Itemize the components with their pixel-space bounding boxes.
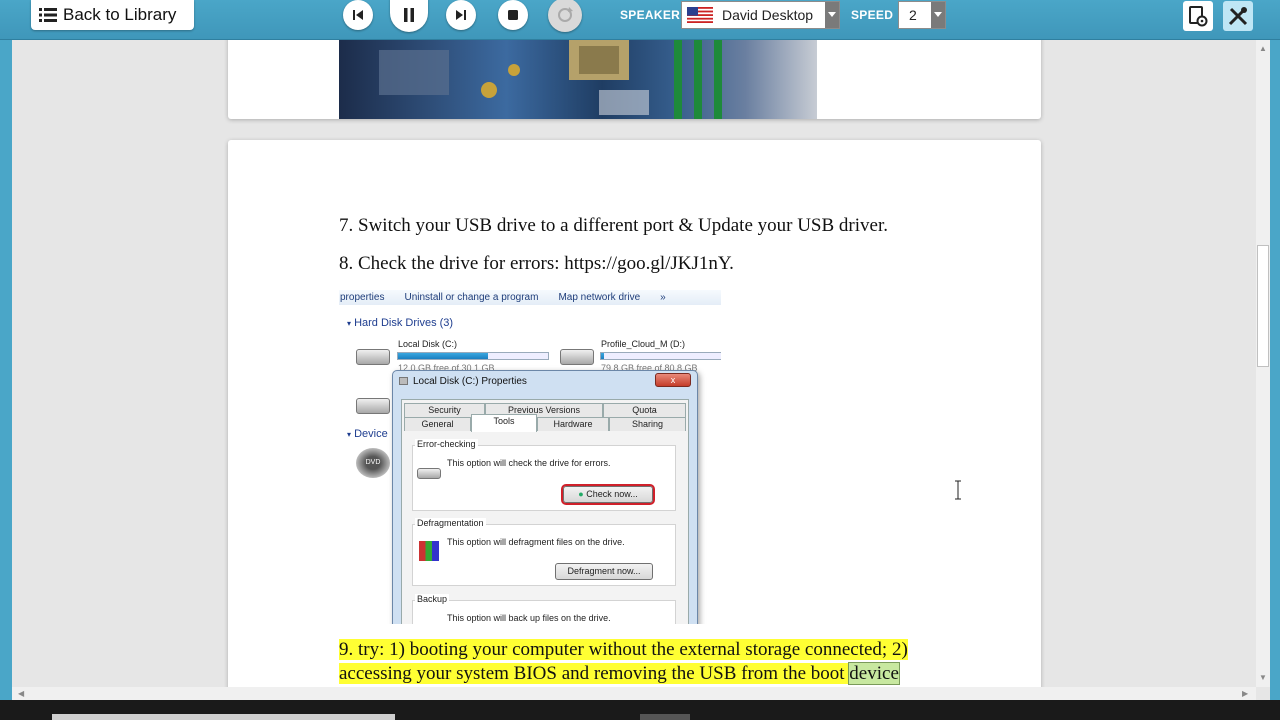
repeat-button[interactable] [548, 0, 582, 32]
tab-quota[interactable]: Quota [603, 403, 686, 417]
command-more: » [660, 292, 666, 303]
check-now-label: Check now... [586, 489, 638, 499]
speaker-dropdown-arrow-icon[interactable] [825, 2, 839, 28]
back-to-library-label: Back to Library [63, 5, 177, 24]
speed-label: SPEED [851, 8, 894, 22]
reader-toolbar: Back to Library SPEAKER David Desktop SP… [0, 0, 1280, 40]
back-to-library-button[interactable]: Back to Library [31, 0, 194, 30]
drive-d-usage-bar [600, 352, 721, 360]
drive-d-usage-fill [601, 353, 604, 359]
properties-dialog: Local Disk (C:) Properties x Security Pr… [392, 370, 698, 624]
speed-value: 2 [909, 7, 917, 23]
page-settings-button[interactable] [1183, 1, 1213, 31]
defragmentation-header: Defragmentation [415, 518, 486, 528]
document-viewport[interactable]: 7. Switch your USB drive to a different … [12, 40, 1256, 687]
command-uninstall: Uninstall or change a program [404, 292, 539, 303]
tab-sharing[interactable]: Sharing [609, 417, 686, 431]
text-cursor-icon [955, 480, 961, 500]
step-8-text: 8. Check the drive for errors: https://g… [339, 253, 734, 274]
command-properties: properties [340, 292, 385, 303]
document-settings-icon [1189, 6, 1208, 27]
backup-section: Backup This option will back up files on… [412, 594, 676, 624]
defragmentation-section: Defragmentation This option will defragm… [412, 518, 676, 586]
defragment-now-button[interactable]: Defragment now... [555, 563, 653, 580]
previous-button[interactable] [343, 0, 373, 30]
drive-c-usage-bar [397, 352, 549, 360]
check-disk-screenshot: properties Uninstall or change a program… [339, 290, 721, 624]
us-flag-icon [687, 7, 713, 23]
command-map-drive: Map network drive [558, 292, 641, 303]
step-9-line-2-text: accessing your system BIOS and removing … [339, 663, 845, 684]
hard-disk-drives-label: Hard Disk Drives (3) [354, 317, 454, 329]
stop-icon [508, 10, 518, 20]
speaker-value: David Desktop [722, 7, 814, 23]
dvd-label: DVD [365, 459, 381, 466]
shield-icon: ● [578, 489, 584, 499]
vertical-scrollbar[interactable]: ▲ ▼ [1256, 40, 1270, 687]
tools-icon [1228, 7, 1248, 26]
vertical-scroll-thumb[interactable] [1257, 245, 1269, 367]
speaker-label: SPEAKER [620, 8, 681, 22]
dvd-drive-icon: DVD [356, 448, 390, 478]
app-window: Back to Library SPEAKER David Desktop SP… [0, 0, 1280, 720]
tab-hardware[interactable]: Hardware [537, 417, 609, 431]
dialog-title: Local Disk (C:) Properties [413, 376, 527, 387]
error-checking-header: Error-checking [415, 439, 478, 449]
skip-forward-icon [456, 10, 466, 20]
right-frame-edge [1270, 40, 1280, 700]
dialog-close-button[interactable]: x [655, 373, 691, 387]
previous-page [228, 40, 1041, 119]
speaker-select[interactable]: David Desktop [681, 1, 840, 29]
backup-text: This option will back up files on the dr… [447, 613, 611, 623]
drive-3-icon [356, 398, 390, 414]
step-9-line-1-text: 9. try: 1) booting your computer without… [339, 639, 908, 660]
speed-dropdown-arrow-icon[interactable] [931, 2, 945, 28]
list-icon [39, 8, 57, 22]
devices-group: ▾ Device [347, 428, 388, 440]
scroll-left-arrow-icon[interactable]: ◀ [18, 689, 24, 698]
current-page: 7. Switch your USB drive to a different … [228, 140, 1041, 687]
backup-header: Backup [415, 594, 450, 604]
taskbar-item-2 [640, 714, 690, 720]
pause-icon [404, 8, 414, 22]
defrag-icon [419, 541, 439, 561]
tab-tools[interactable]: Tools [471, 414, 537, 432]
taskbar-item [52, 714, 395, 720]
stop-button[interactable] [498, 0, 528, 30]
scroll-right-arrow-icon[interactable]: ▶ [1242, 689, 1248, 698]
speed-select[interactable]: 2 [898, 1, 946, 29]
step-7-text: 7. Switch your USB drive to a different … [339, 215, 888, 236]
motherboard-photo [339, 40, 817, 119]
error-checking-section: Error-checking This option will check th… [412, 439, 676, 511]
current-spoken-word: device [848, 662, 900, 685]
scroll-up-arrow-icon[interactable]: ▲ [1259, 44, 1267, 53]
tab-general[interactable]: General [404, 417, 471, 431]
pause-button[interactable] [390, 0, 428, 32]
drive-c-icon [356, 349, 390, 365]
dialog-body: Security Previous Versions Quota General… [401, 399, 689, 624]
scroll-down-arrow-icon[interactable]: ▼ [1259, 673, 1267, 682]
skip-back-icon [353, 10, 363, 20]
explorer-command-bar: properties Uninstall or change a program… [339, 290, 721, 305]
defragmentation-text: This option will defragment files on the… [447, 537, 625, 547]
check-now-button[interactable]: ● Check now... [561, 484, 655, 505]
error-check-drive-icon [417, 468, 441, 479]
drive-c-label: Local Disk (C:) [398, 339, 458, 349]
drive-d-icon [560, 349, 594, 365]
left-frame-edge [0, 40, 12, 700]
horizontal-scrollbar[interactable]: ◀ ▶ [12, 687, 1256, 700]
dialog-drive-icon [399, 377, 408, 385]
taskbar-strip [0, 700, 1280, 720]
step-9-line-1: 9. try: 1) booting your computer without… [339, 639, 908, 661]
devices-label: Device [354, 428, 388, 440]
error-checking-text: This option will check the drive for err… [447, 458, 611, 468]
tools-button[interactable] [1223, 1, 1253, 31]
hard-disk-drives-group: ▾ Hard Disk Drives (3) [347, 317, 454, 329]
drive-d-label: Profile_Cloud_M (D:) [601, 339, 686, 349]
step-9-line-2: accessing your system BIOS and removing … [339, 662, 900, 685]
drive-c-usage-fill [398, 353, 488, 359]
next-button[interactable] [446, 0, 476, 30]
repeat-icon [558, 7, 573, 22]
